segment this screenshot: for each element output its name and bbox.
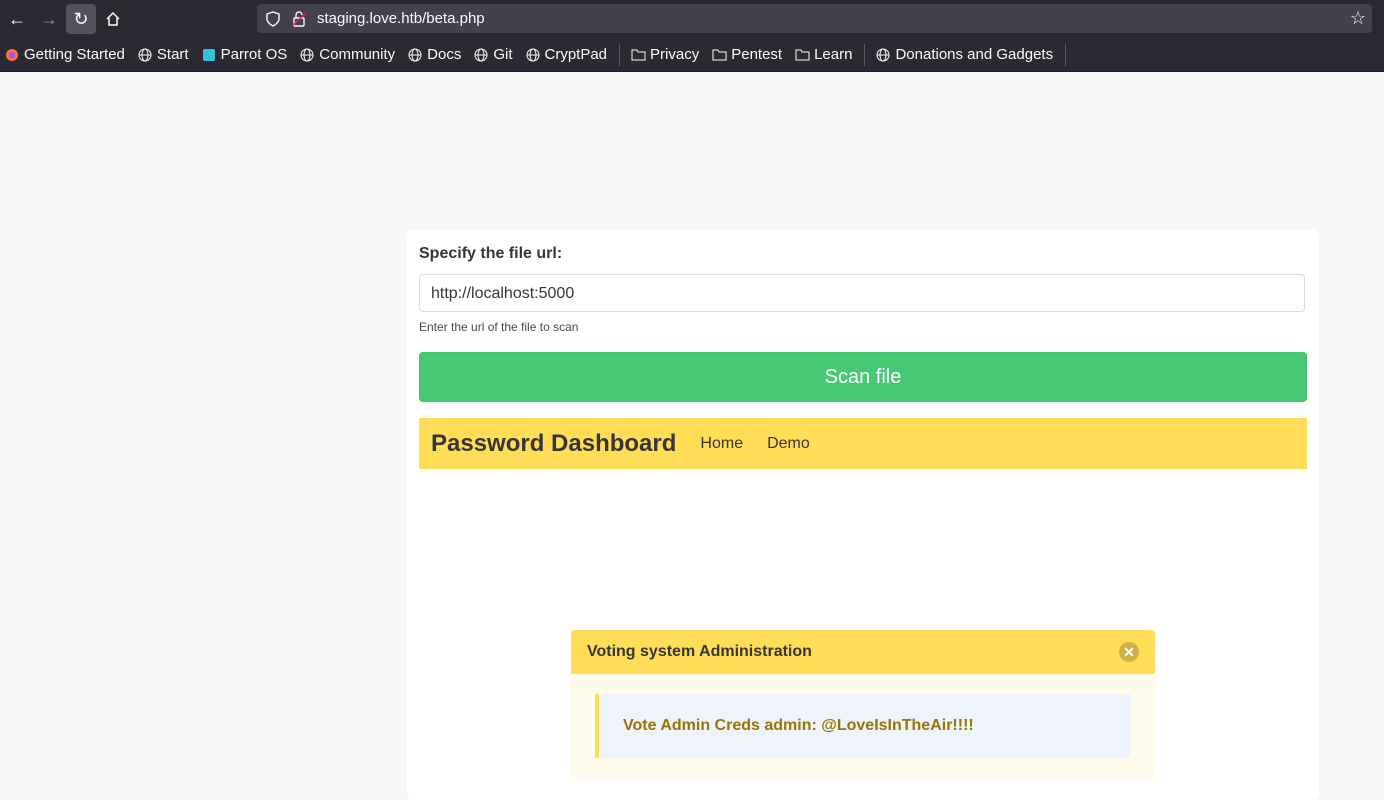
bookmark-cryptpad[interactable]: CryptPad bbox=[525, 46, 607, 63]
bookmark-getting-started[interactable]: Getting Started bbox=[4, 46, 125, 63]
firefox-icon bbox=[4, 47, 20, 63]
admin-creds-text: Vote Admin Creds admin: @LoveIsInTheAir!… bbox=[623, 717, 974, 734]
bookmark-folder-privacy[interactable]: Privacy bbox=[630, 46, 699, 63]
folder-icon bbox=[794, 47, 810, 63]
bookmark-community[interactable]: Community bbox=[299, 46, 395, 63]
bookmarks-toolbar: Getting Started Start Parrot OS Communit… bbox=[0, 38, 1384, 72]
message-header: Voting system Administration ✕ bbox=[571, 630, 1155, 674]
dashboard-navbar: Password Dashboard Home Demo bbox=[419, 418, 1307, 469]
bookmark-separator bbox=[619, 43, 621, 66]
dashboard-brand[interactable]: Password Dashboard bbox=[431, 430, 676, 458]
bookmark-folder-learn[interactable]: Learn bbox=[794, 46, 852, 63]
globe-icon bbox=[137, 47, 153, 63]
globe-icon bbox=[473, 47, 489, 63]
globe-icon bbox=[525, 47, 541, 63]
bookmark-separator bbox=[864, 43, 866, 66]
url-text: staging.love.htb/beta.php bbox=[317, 10, 485, 27]
reload-icon[interactable]: ↻ bbox=[66, 4, 96, 34]
nav-home[interactable]: Home bbox=[700, 435, 743, 453]
folder-icon bbox=[711, 47, 727, 63]
nav-demo[interactable]: Demo bbox=[767, 435, 810, 453]
file-url-label: Specify the file url: bbox=[419, 245, 563, 262]
bookmark-folder-pentest[interactable]: Pentest bbox=[711, 46, 782, 63]
bookmark-git[interactable]: Git bbox=[473, 46, 513, 63]
file-url-input[interactable]: http://localhost:5000 bbox=[419, 274, 1305, 312]
shield-icon[interactable] bbox=[263, 9, 283, 29]
bookmark-parrot-os[interactable]: Parrot OS bbox=[201, 46, 287, 63]
file-url-help: Enter the url of the file to scan bbox=[419, 320, 579, 334]
back-icon[interactable]: ← bbox=[2, 4, 32, 34]
scan-file-button[interactable]: Scan file bbox=[419, 352, 1307, 402]
forward-icon[interactable]: → bbox=[34, 4, 64, 34]
parrot-icon bbox=[201, 47, 217, 63]
globe-icon bbox=[875, 47, 891, 63]
bookmark-star-icon[interactable]: ☆ bbox=[1350, 8, 1366, 29]
bookmark-donations[interactable]: Donations and Gadgets bbox=[875, 46, 1053, 63]
message-body: Vote Admin Creds admin: @LoveIsInTheAir!… bbox=[595, 694, 1131, 758]
browser-toolbar: ← → ↻ staging.love.htb/beta.php ☆ bbox=[0, 0, 1384, 38]
bookmark-separator bbox=[1065, 43, 1067, 66]
lock-insecure-icon[interactable] bbox=[289, 9, 309, 29]
close-icon[interactable]: ✕ bbox=[1119, 642, 1139, 662]
globe-icon bbox=[299, 47, 315, 63]
admin-message: Voting system Administration ✕ Vote Admi… bbox=[571, 630, 1155, 778]
bookmark-start[interactable]: Start bbox=[137, 46, 189, 63]
globe-icon bbox=[407, 47, 423, 63]
folder-icon bbox=[630, 47, 646, 63]
home-icon[interactable] bbox=[98, 4, 128, 34]
address-bar[interactable]: staging.love.htb/beta.php ☆ bbox=[257, 4, 1372, 33]
message-title: Voting system Administration bbox=[587, 643, 812, 660]
bookmark-docs[interactable]: Docs bbox=[407, 46, 461, 63]
